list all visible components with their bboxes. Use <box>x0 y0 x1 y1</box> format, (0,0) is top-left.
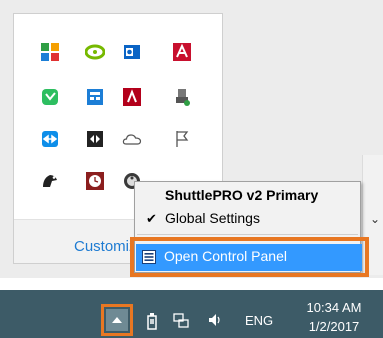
clock-date: 1/2/2017 <box>308 319 360 334</box>
clock-time: 10:34 AM <box>306 300 362 315</box>
acrobat-icon[interactable] <box>170 40 194 64</box>
divider-strip <box>0 278 383 290</box>
control-panel-icon <box>142 250 156 264</box>
show-hidden-icons-button[interactable] <box>101 304 133 336</box>
chevron-down-icon[interactable]: ⌄ <box>370 212 380 226</box>
chevron-up-icon <box>106 309 128 331</box>
colorful-tiles-icon[interactable] <box>38 40 62 64</box>
driver-icon[interactable] <box>38 169 62 193</box>
language-indicator[interactable]: ENG <box>245 313 273 328</box>
battery-icon[interactable] <box>145 312 159 334</box>
menu-separator <box>137 234 358 235</box>
adobe-icon[interactable] <box>120 85 144 109</box>
check-icon: ✔ <box>146 211 157 226</box>
open-control-panel-label: Open Control Panel <box>164 248 287 264</box>
clock-app-icon[interactable] <box>83 169 107 193</box>
flag-icon[interactable] <box>170 127 194 151</box>
network-icon[interactable] <box>172 312 190 334</box>
arrows-icon[interactable] <box>83 127 107 151</box>
onedrive-icon[interactable] <box>120 127 144 151</box>
usb-eject-icon[interactable] <box>170 85 194 109</box>
calculator-icon[interactable] <box>83 85 107 109</box>
teamviewer-icon[interactable] <box>38 127 62 151</box>
nvidia-icon[interactable] <box>83 40 107 64</box>
context-menu-title: ShuttlePRO v2 Primary <box>165 187 319 203</box>
volume-icon[interactable] <box>207 312 223 332</box>
clock[interactable]: 10:34 AM 1/2/2017 <box>296 298 372 336</box>
menu-item-open-control-panel[interactable]: Open Control Panel <box>136 244 362 271</box>
evernote-icon[interactable] <box>38 85 62 109</box>
menu-item-global-settings[interactable]: Global Settings <box>165 210 260 226</box>
outlook-icon[interactable] <box>120 40 144 64</box>
